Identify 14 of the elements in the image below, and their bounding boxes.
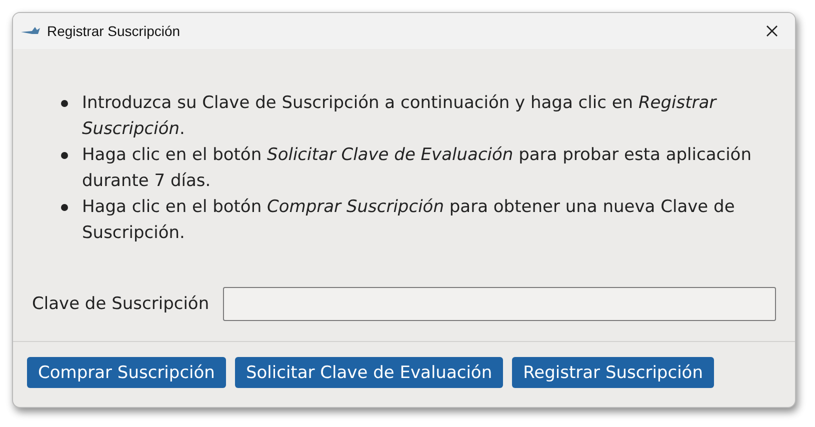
dialog-button[interactable]: Registrar Suscripción: [512, 357, 714, 388]
dialog-button[interactable]: Comprar Suscripción: [27, 357, 226, 388]
instruction-text: Introduzca su Clave de Suscripción a continuación y haga clic en Registrar Suscripción.: [82, 92, 718, 141]
instruction-text: Haga clic en el botón Solicitar Clave de Evaluación para probar esta aplicación durante 7 días.: [82, 144, 752, 193]
bullet-icon: [61, 100, 68, 107]
close-icon: [766, 25, 778, 37]
app-icon: [21, 25, 41, 37]
subscription-key-field[interactable]: [223, 287, 776, 321]
dialog-button[interactable]: Solicitar Clave de Evaluación: [234, 357, 504, 388]
field-label: Clave de Suscripción: [32, 294, 210, 314]
window-title: Registrar Suscripción: [47, 23, 182, 39]
instruction-text: Haga clic en el botón Comprar Suscripción para obtener una nueva Clave de Suscripción.: [82, 196, 736, 245]
bullet-icon: [61, 152, 68, 159]
bullet-icon: [61, 204, 68, 211]
